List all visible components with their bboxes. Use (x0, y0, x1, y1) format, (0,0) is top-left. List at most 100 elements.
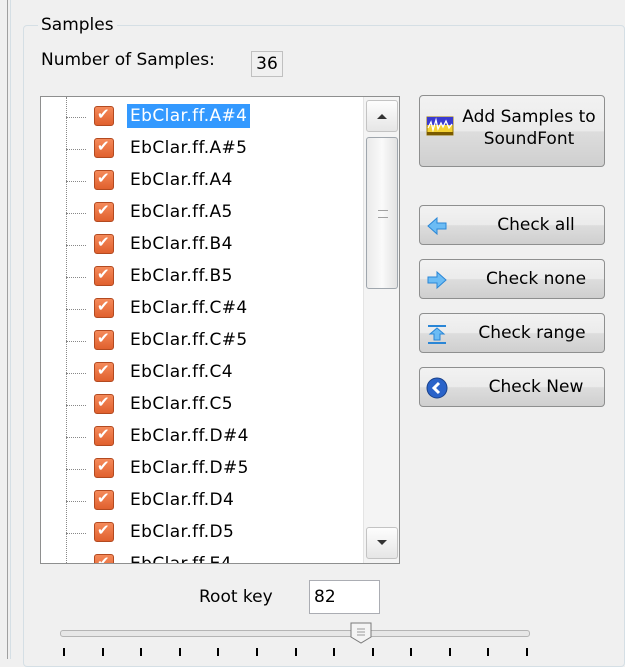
tree-branch-line (66, 373, 86, 374)
sample-label[interactable]: EbClar.ff.A#4 (127, 104, 251, 128)
check-range-button[interactable]: Check range (419, 313, 605, 353)
slider-tick (63, 648, 65, 656)
number-of-samples-value: 36 (251, 51, 283, 77)
sample-checkbox[interactable]: ✔ (94, 297, 114, 318)
sample-checkbox[interactable]: ✔ (94, 361, 114, 382)
back-circle-icon (426, 377, 448, 399)
sample-checkbox[interactable]: ✔ (94, 521, 114, 542)
sample-tree-item[interactable]: ✔ EbClar.ff.A#5 (41, 133, 361, 163)
window-left-border (7, 0, 8, 659)
sample-label[interactable]: EbClar.ff.B4 (127, 232, 236, 256)
check-range-label: Check range (478, 323, 586, 343)
root-key-slider-track[interactable] (60, 630, 530, 637)
sample-checkbox[interactable]: ✔ (94, 457, 114, 478)
sample-checkbox[interactable]: ✔ (94, 329, 114, 350)
slider-tick (487, 648, 490, 656)
check-new-label: Check New (488, 377, 584, 397)
check-new-button[interactable]: Check New (419, 367, 605, 407)
slider-tick (255, 648, 258, 656)
tree-branch-line (66, 245, 86, 246)
sample-checkbox[interactable]: ✔ (94, 489, 114, 510)
sample-tree-item[interactable]: ✔ EbClar.ff.D#5 (41, 453, 361, 483)
checkmark-icon: ✔ (97, 265, 110, 283)
sample-tree-item[interactable]: ✔ EbClar.ff.A4 (41, 165, 361, 195)
add-samples-label-line1: Add Samples to (462, 107, 596, 127)
slider-tick (526, 648, 528, 656)
tree-branch-line (66, 341, 86, 342)
tree-vertical-scrollbar[interactable] (363, 97, 399, 563)
slider-tick (178, 648, 181, 656)
sample-checkbox[interactable]: ✔ (94, 201, 114, 222)
sample-checkbox[interactable]: ✔ (94, 169, 114, 190)
checkmark-icon: ✔ (97, 457, 110, 475)
scroll-down-icon (377, 540, 387, 545)
sample-label[interactable]: EbClar.ff.C4 (127, 360, 236, 384)
root-key-label: Root key (199, 587, 273, 607)
checkmark-icon: ✔ (97, 137, 110, 155)
checkmark-icon: ✔ (97, 169, 110, 187)
sample-label[interactable]: EbClar.ff.C5 (127, 392, 236, 416)
samples-tree[interactable]: ✔ EbClar.ff.A#4 ✔ EbClar.ff.A#5 ✔ EbClar.ff.A… (40, 96, 400, 564)
sample-tree-item[interactable]: ✔ EbClar.ff.C5 (41, 389, 361, 419)
sample-tree-item[interactable]: ✔ EbClar.ff.D5 (41, 517, 361, 547)
sample-label[interactable]: EbClar.ff.C#5 (127, 328, 251, 352)
tree-branch-line (66, 309, 86, 310)
sample-checkbox[interactable]: ✔ (94, 137, 114, 158)
checkmark-icon: ✔ (97, 361, 110, 379)
sample-label[interactable]: EbClar.ff.D5 (127, 520, 237, 544)
sample-checkbox[interactable]: ✔ (94, 425, 114, 446)
sample-checkbox[interactable]: ✔ (94, 393, 114, 414)
checkmark-icon: ✔ (97, 489, 110, 507)
sample-label[interactable]: EbClar.ff.A4 (127, 168, 236, 192)
arrow-right-icon (427, 270, 447, 290)
sample-label[interactable]: EbClar.ff.C#4 (127, 296, 251, 320)
root-key-input[interactable]: 82 (309, 580, 380, 614)
sample-checkbox[interactable]: ✔ (94, 105, 114, 126)
sample-tree-item[interactable]: ✔ EbClar.ff.C4 (41, 357, 361, 387)
sample-checkbox[interactable]: ✔ (94, 233, 114, 254)
sample-label[interactable]: EbClar.ff.E4 (127, 552, 235, 563)
checkmark-icon: ✔ (97, 329, 110, 347)
sample-label[interactable]: EbClar.ff.B5 (127, 264, 236, 288)
root-key-slider-thumb[interactable] (349, 622, 373, 644)
sample-tree-item[interactable]: ✔ EbClar.ff.C#5 (41, 325, 361, 355)
scroll-down-button[interactable] (366, 527, 398, 559)
tree-branch-line (66, 117, 86, 118)
sample-label[interactable]: EbClar.ff.D#4 (127, 424, 252, 448)
sample-tree-item[interactable]: ✔ EbClar.ff.D#4 (41, 421, 361, 451)
sample-tree-item[interactable]: ✔ EbClar.ff.B4 (41, 229, 361, 259)
sample-tree-item[interactable]: ✔ EbClar.ff.C#4 (41, 293, 361, 323)
scroll-up-button[interactable] (366, 100, 398, 132)
sample-label[interactable]: EbClar.ff.A#5 (127, 136, 250, 160)
slider-tick (410, 648, 413, 656)
sample-tree-item[interactable]: ✔ EbClar.ff.E4 (41, 549, 361, 563)
checkmark-icon: ✔ (97, 105, 110, 123)
scroll-thumb[interactable] (366, 137, 398, 289)
tree-branch-line (66, 469, 86, 470)
checkmark-icon: ✔ (97, 425, 110, 443)
sample-tree-item[interactable]: ✔ EbClar.ff.A#4 (41, 101, 361, 131)
sample-label[interactable]: EbClar.ff.D#5 (127, 456, 252, 480)
tree-branch-line (66, 213, 86, 214)
check-all-label: Check all (497, 215, 575, 235)
sample-checkbox[interactable]: ✔ (94, 265, 114, 286)
tree-branch-line (66, 501, 86, 502)
sample-label[interactable]: EbClar.ff.A5 (127, 200, 236, 224)
sample-checkbox[interactable]: ✔ (94, 553, 114, 563)
scroll-up-icon (377, 114, 387, 119)
check-all-button[interactable]: Check all (419, 205, 605, 245)
add-samples-icon (426, 116, 454, 136)
sample-tree-item[interactable]: ✔ EbClar.ff.B5 (41, 261, 361, 291)
checkmark-icon: ✔ (97, 553, 110, 563)
add-samples-to-soundfont-button[interactable]: Add Samples to SoundFont (419, 95, 605, 167)
scroll-thumb-grip-icon (378, 210, 388, 218)
checkmark-icon: ✔ (97, 201, 110, 219)
sample-tree-item[interactable]: ✔ EbClar.ff.A5 (41, 197, 361, 227)
range-icon (428, 325, 446, 344)
tree-branch-line (66, 533, 86, 534)
checkmark-icon: ✔ (97, 233, 110, 251)
slider-tick (448, 648, 451, 656)
check-none-button[interactable]: Check none (419, 259, 605, 299)
sample-tree-item[interactable]: ✔ EbClar.ff.D4 (41, 485, 361, 515)
sample-label[interactable]: EbClar.ff.D4 (127, 488, 237, 512)
